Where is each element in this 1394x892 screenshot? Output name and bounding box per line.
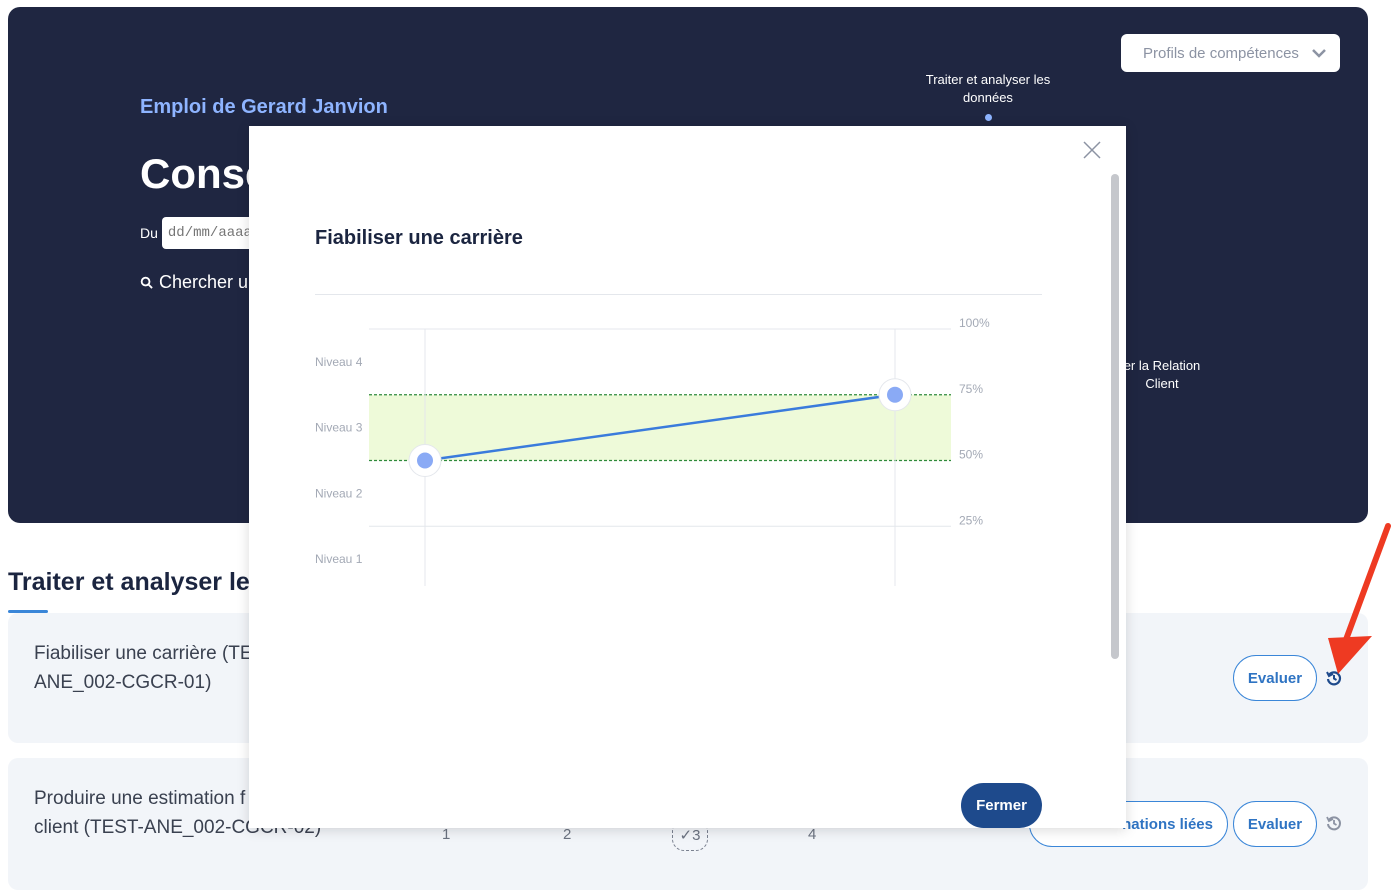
level-step: 1 (442, 826, 451, 843)
evaluation-chart: Niveau 4 Niveau 3 Niveau 2 Niveau 1 100% 75% 5… (315, 316, 990, 586)
modal-divider (315, 294, 1042, 295)
check-icon: ✓ (679, 827, 693, 844)
modal-title: Fiabiliser une carrière (315, 227, 523, 249)
y-axis-percent-label: 100% (959, 316, 990, 330)
level-step: 2 (563, 826, 572, 843)
y-axis-level-label: Niveau 3 (315, 421, 363, 435)
evaluer-button[interactable]: Evaluer (1233, 655, 1317, 701)
skill-node-dot[interactable] (985, 114, 992, 121)
skill-node-label-top: Traiter et analyser les données (925, 72, 1051, 105)
y-axis-level-label: Niveau 2 (315, 486, 363, 500)
chevron-down-icon (1312, 49, 1326, 58)
date-from-label: Du (140, 225, 158, 241)
y-axis-level-label: Niveau 4 (315, 355, 363, 369)
fermer-button[interactable]: Fermer (961, 783, 1042, 828)
history-modal: Fiabiliser une carrière Niveau 4 Niveau 3… (249, 126, 1126, 828)
skill-card-name: Fiabiliser une carrière (TE (34, 643, 253, 664)
y-axis-percent-label: 75% (959, 382, 983, 396)
close-icon[interactable] (1080, 138, 1104, 162)
search-link[interactable]: Chercher un (140, 272, 258, 293)
job-owner-title: Emploi de Gerard Janvion (140, 96, 388, 118)
evaluer-button[interactable]: Evaluer (1233, 801, 1317, 847)
data-point[interactable] (417, 452, 433, 469)
modal-scrollbar[interactable] (1111, 174, 1119, 659)
search-icon (140, 276, 153, 289)
y-axis-percent-label: 50% (959, 448, 983, 462)
profils-label: Profils de compétences (1143, 44, 1299, 62)
level-step-value: 3 (692, 826, 701, 844)
history-icon[interactable] (1325, 814, 1343, 832)
search-label: Chercher un (159, 272, 259, 292)
annotation-arrow-icon (1328, 523, 1391, 674)
skill-card-text: Fiabiliser une carrière (TE ANE_002-CGCR… (34, 639, 253, 697)
skill-node-label-right: er la Relation Client (1123, 358, 1201, 391)
level-step: 4 (808, 826, 817, 843)
y-axis-percent-label: 25% (959, 513, 983, 527)
y-axis-level-label: Niveau 1 (315, 552, 363, 566)
skill-card-code: ANE_002-CGCR-01) (34, 672, 212, 693)
profils-dropdown[interactable]: Profils de compétences (1121, 34, 1340, 72)
data-point[interactable] (887, 386, 903, 403)
